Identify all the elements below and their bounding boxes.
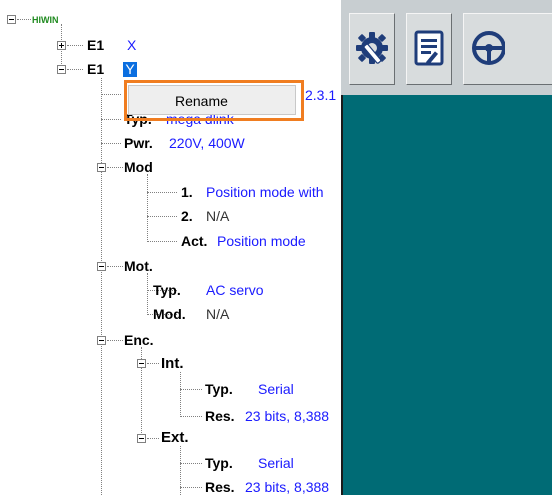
notes-button[interactable] [406,13,452,85]
highlight-frame [124,80,304,121]
enc-int-item-value: Serial [258,381,294,397]
settings-wrench-icon [356,32,388,64]
tree-node-e1-label[interactable]: E1 [87,61,104,77]
collapse-toggle-int[interactable] [137,359,146,368]
tree-connector [101,143,121,144]
tree-connector [101,78,102,495]
mot-item-label: Mod. [153,306,186,322]
tree-root-label[interactable]: HIWIN [32,12,59,28]
tree-node-e1-axis-value[interactable]: X [127,37,136,53]
enc-int-item-label: Typ. [205,381,233,397]
tree-connector [180,372,181,417]
tree-connector [101,94,121,95]
mod-item-label: 2. [181,208,193,224]
tree-connector [101,119,121,120]
notes-document-icon [414,30,444,66]
tree-connector [107,340,123,341]
tree-connector [147,438,159,439]
tree-connector [107,266,123,267]
enc-int-label[interactable]: Int. [161,356,184,372]
tree-connector [180,416,202,417]
mot-item-value: AC servo [206,282,264,298]
pwr-value: 220V, 400W [169,135,245,151]
enc-ext-item-value: 23 bits, 8,388 [245,479,330,495]
mot-item-label: Typ. [153,282,181,298]
enc-ext-item-value: Serial [258,455,294,471]
tree-node-selected-value[interactable]: Y [123,62,137,77]
tree-connector [147,273,148,315]
expand-toggle-e1-x[interactable] [57,41,66,50]
mod-item-value: N/A [206,208,230,224]
collapse-toggle-mot[interactable] [97,262,106,271]
tree-connector [107,167,123,168]
version-value: 2.3.1 [305,87,337,103]
toolbar [341,0,552,95]
mod-item-label: Act. [181,233,208,249]
settings-button[interactable] [349,13,395,85]
mot-label[interactable]: Mot. [124,258,153,274]
enc-int-item-label: Res. [205,408,235,424]
pwr-label: Pwr. [124,135,153,151]
mod-item-label: 1. [181,184,193,200]
mod-item-value: Position mode with [206,184,324,200]
tree-connector [147,216,177,217]
collapse-toggle-root[interactable] [7,15,16,24]
mot-item-value: N/A [206,306,230,322]
tree-connector [67,45,83,46]
tree-connector [180,487,202,488]
tree-connector [147,241,177,242]
collapse-toggle-enc[interactable] [97,336,106,345]
enc-ext-label[interactable]: Ext. [161,430,189,446]
enc-int-item-value: 23 bits, 8,388 [245,408,330,424]
tree-connector [17,19,31,20]
tree-connector [180,389,202,390]
device-tree: HIWIN E1 X E1 Y 2.3.1 Typ. mega dlink Pw… [0,0,341,495]
steering-button[interactable] [463,13,552,85]
mod-label[interactable]: Mod [124,159,153,175]
enc-ext-item-label: Res. [205,479,235,495]
tree-connector [147,363,159,364]
steering-wheel-icon [472,31,505,65]
collapse-toggle-ext[interactable] [137,434,146,443]
tree-connector [147,174,148,242]
enc-label[interactable]: Enc. [124,332,154,348]
collapse-toggle-mod[interactable] [97,163,106,172]
tree-connector [147,192,177,193]
enc-ext-item-label: Typ. [205,455,233,471]
tree-connector [180,463,202,464]
tree-connector [67,69,83,70]
collapse-toggle-e1-y[interactable] [57,65,66,74]
tree-node-e1-label[interactable]: E1 [87,37,104,53]
mod-item-value: Position mode [217,233,306,249]
